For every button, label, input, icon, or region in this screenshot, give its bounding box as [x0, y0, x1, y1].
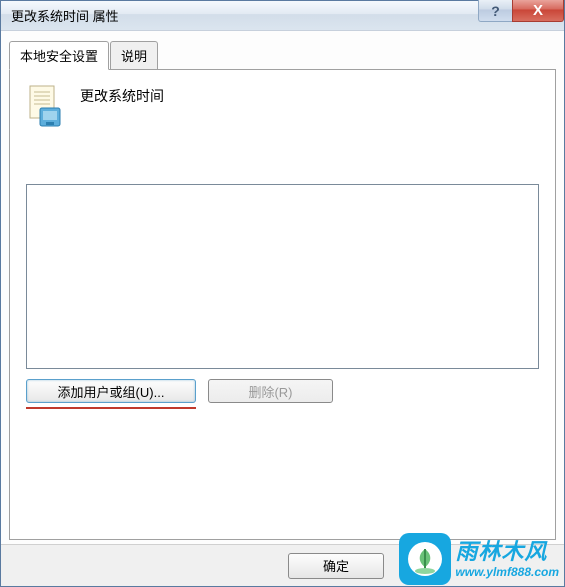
- help-icon: ?: [491, 3, 500, 19]
- client-area: 本地安全设置 说明: [1, 31, 564, 544]
- button-label: 确定: [323, 556, 349, 575]
- watermark-text: 雨林木风 www.ylmf888.com: [455, 539, 559, 580]
- button-row: 添加用户或组(U)... 删除(R): [26, 379, 539, 403]
- tab-description[interactable]: 说明: [110, 41, 158, 69]
- tabs-row: 本地安全设置 说明: [9, 41, 556, 69]
- help-button[interactable]: ?: [478, 0, 513, 22]
- window-title: 更改系统时间 属性: [11, 6, 119, 25]
- members-list[interactable]: [26, 184, 539, 369]
- button-label: 删除(R): [248, 382, 292, 401]
- tab-panel: 更改系统时间 添加用户或组(U)... 删除(R): [9, 69, 556, 540]
- watermark: 雨林木风 www.ylmf888.com: [399, 533, 559, 585]
- watermark-line1: 雨林木风: [455, 539, 559, 565]
- policy-title: 更改系统时间: [80, 84, 164, 106]
- policy-header: 更改系统时间: [26, 84, 539, 128]
- highlight-underline: [26, 407, 196, 409]
- dialog-window: 更改系统时间 属性 ? X 本地安全设置 说明: [0, 0, 565, 587]
- remove-button: 删除(R): [208, 379, 333, 403]
- close-icon: X: [533, 2, 543, 19]
- watermark-logo-icon: [399, 533, 451, 585]
- button-label: 添加用户或组(U)...: [58, 382, 165, 401]
- policy-icon: [26, 84, 62, 128]
- titlebar-buttons: ? X: [479, 0, 564, 22]
- add-user-group-button[interactable]: 添加用户或组(U)...: [26, 379, 196, 403]
- titlebar: 更改系统时间 属性 ? X: [1, 1, 564, 31]
- close-button[interactable]: X: [512, 0, 564, 22]
- tab-label: 说明: [121, 49, 147, 64]
- watermark-line2: www.ylmf888.com: [455, 565, 559, 579]
- ok-button[interactable]: 确定: [288, 553, 384, 579]
- tab-label: 本地安全设置: [20, 49, 98, 64]
- tab-container: 本地安全设置 说明: [9, 41, 556, 536]
- tab-local-security[interactable]: 本地安全设置: [9, 41, 109, 70]
